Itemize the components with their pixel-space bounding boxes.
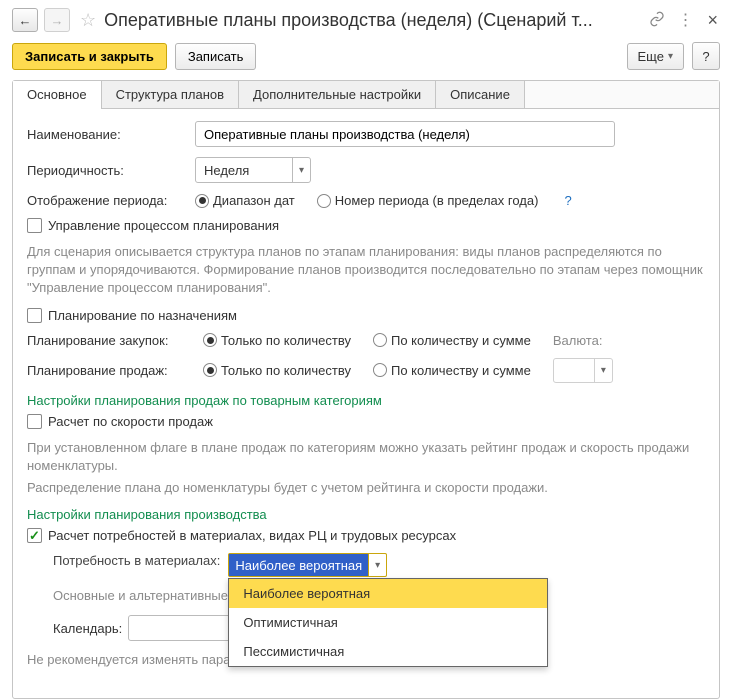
window-title: Оперативные планы производства (неделя) … — [104, 10, 637, 31]
periodicity-label: Периодичность: — [27, 163, 187, 178]
name-label: Наименование: — [27, 127, 187, 142]
arrow-left-icon: ← — [19, 13, 32, 28]
plan-zakup-label: Планирование закупок: — [27, 333, 195, 348]
radio-period-num[interactable]: Номер периода (в пределах года) — [317, 193, 539, 208]
speed-desc-2: Распределение плана до номенклатуры буде… — [27, 479, 705, 497]
radio-range[interactable]: Диапазон дат — [195, 193, 295, 208]
tab-desc[interactable]: Описание — [436, 81, 525, 108]
more-button[interactable]: Еще ▾ — [627, 43, 684, 70]
favorite-star-icon[interactable]: ☆ — [80, 10, 96, 31]
checkbox-speed-calc[interactable]: Расчет по скорости продаж — [27, 414, 213, 429]
radio-icon — [195, 194, 209, 208]
radio-prod-qty[interactable]: Только по количеству — [203, 363, 351, 378]
radio-zakup-sum[interactable]: По количеству и сумме — [373, 333, 531, 348]
chevron-down-icon[interactable]: ▾ — [292, 158, 310, 182]
close-icon[interactable]: × — [705, 10, 720, 31]
help-icon[interactable]: ? — [564, 193, 571, 208]
checkbox-icon — [27, 414, 42, 429]
process-description: Для сценария описывается структура плано… — [27, 243, 705, 298]
tab-structure[interactable]: Структура планов — [102, 81, 239, 108]
chevron-down-icon[interactable]: ▾ — [368, 554, 386, 576]
sales-category-header: Настройки планирования продаж по товарны… — [27, 393, 705, 408]
name-input[interactable] — [195, 121, 615, 147]
dropdown-item-probable[interactable]: Наиболее вероятная — [229, 579, 547, 608]
radio-icon — [317, 194, 331, 208]
arrow-right-icon: → — [51, 13, 64, 28]
help-button[interactable]: ? — [692, 42, 720, 70]
calendar-label: Календарь: — [53, 621, 122, 636]
chevron-down-icon: ▾ — [594, 359, 612, 382]
material-need-combo[interactable]: Наиболее вероятная ▾ — [228, 553, 387, 577]
checkbox-by-assignment[interactable]: Планирование по назначениям — [27, 308, 237, 323]
tab-extra[interactable]: Дополнительные настройки — [239, 81, 436, 108]
currency-combo: ▾ — [553, 358, 613, 383]
periodicity-combo[interactable]: Неделя ▾ — [195, 157, 311, 183]
currency-label: Валюта: — [553, 333, 603, 348]
checkbox-icon — [27, 528, 42, 543]
radio-zakup-qty[interactable]: Только по количеству — [203, 333, 351, 348]
save-button[interactable]: Записать — [175, 43, 257, 70]
radio-icon — [203, 333, 217, 347]
more-label: Еще — [638, 49, 664, 64]
kebab-menu-icon[interactable]: ⋮ — [677, 10, 693, 30]
nav-back-button[interactable]: ← — [12, 8, 38, 32]
checkbox-resource-calc[interactable]: Расчет потребностей в материалах, видах … — [27, 528, 456, 543]
production-header: Настройки планирования производства — [27, 507, 705, 522]
radio-prod-sum[interactable]: По количеству и сумме — [373, 363, 531, 378]
link-icon[interactable] — [649, 11, 665, 30]
material-need-value: Наиболее вероятная — [229, 554, 368, 576]
dropdown-item-optimistic[interactable]: Оптимистичная — [229, 608, 547, 637]
checkbox-process-mgmt[interactable]: Управление процессом планирования — [27, 218, 279, 233]
chevron-down-icon: ▾ — [668, 51, 673, 62]
periodicity-value: Неделя — [196, 158, 292, 182]
plan-prod-label: Планирование продаж: — [27, 363, 195, 378]
nav-forward-button[interactable]: → — [44, 8, 70, 32]
dropdown-item-pessimistic[interactable]: Пессимистичная — [229, 637, 547, 666]
tab-main[interactable]: Основное — [13, 81, 102, 108]
checkbox-icon — [27, 308, 42, 323]
radio-icon — [373, 333, 387, 347]
radio-icon — [373, 363, 387, 377]
checkbox-icon — [27, 218, 42, 233]
save-close-button[interactable]: Записать и закрыть — [12, 43, 167, 70]
radio-icon — [203, 363, 217, 377]
speed-desc-1: При установленном флаге в плане продаж п… — [27, 439, 705, 475]
material-need-label: Потребность в материалах: — [53, 553, 220, 568]
display-label: Отображение периода: — [27, 193, 187, 208]
material-need-dropdown: Наиболее вероятная Оптимистичная Пессими… — [228, 578, 548, 667]
